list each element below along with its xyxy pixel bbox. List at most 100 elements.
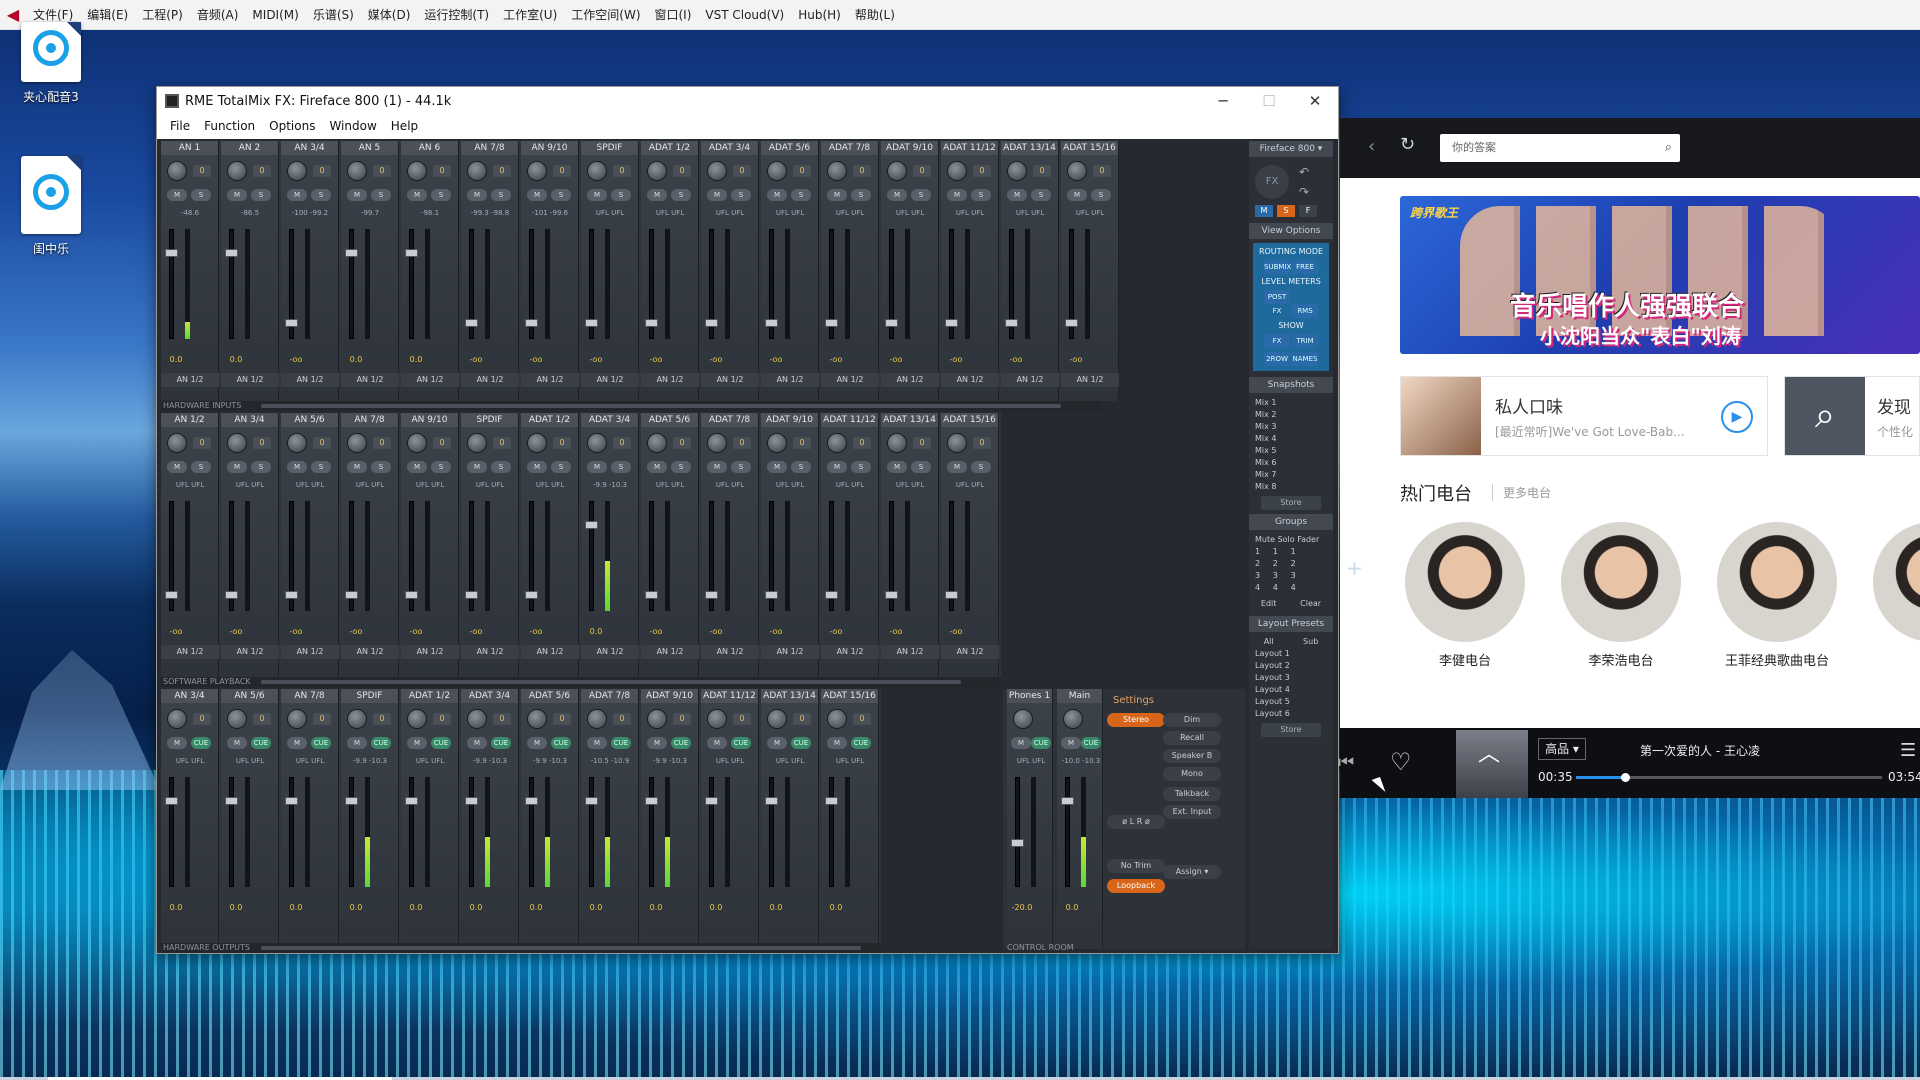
mute-button[interactable]: M (587, 189, 607, 201)
solo-button[interactable]: S (491, 189, 511, 201)
snapshot-item[interactable]: Mix 4 (1249, 433, 1333, 445)
channel-name[interactable]: ADAT 7/8 (701, 413, 758, 427)
cue-button[interactable]: CUE (731, 737, 751, 749)
solo-button[interactable]: S (791, 461, 811, 473)
snapshot-item[interactable]: Mix 6 (1249, 457, 1333, 469)
mute-button[interactable]: M (167, 189, 187, 201)
channel-name[interactable]: ADAT 11/12 (701, 689, 758, 703)
fader-handle[interactable] (525, 319, 538, 327)
mute-button[interactable]: M (1007, 189, 1027, 201)
fader-handle[interactable] (465, 797, 478, 805)
mute-button[interactable]: M (767, 737, 787, 749)
fader-handle[interactable] (1005, 319, 1018, 327)
solo-button[interactable]: S (311, 189, 331, 201)
pan-knob[interactable] (647, 709, 667, 729)
channel-name[interactable]: ADAT 13/14 (761, 689, 818, 703)
channel-name[interactable]: ADAT 7/8 (821, 141, 878, 155)
mute-button[interactable]: M (707, 737, 727, 749)
volume-fader[interactable] (169, 229, 174, 339)
channel-name[interactable]: AN 5 (341, 141, 398, 155)
cue-button[interactable]: CUE (1031, 737, 1051, 749)
cue-button[interactable]: CUE (851, 737, 871, 749)
channel-name[interactable]: ADAT 13/14 (1001, 141, 1058, 155)
pan-knob[interactable] (167, 709, 187, 729)
more-radio-link[interactable]: 更多电台 (1492, 484, 1551, 501)
close-button[interactable]: ✕ (1292, 92, 1338, 110)
solo-button[interactable]: S (731, 461, 751, 473)
fader-handle[interactable] (465, 319, 478, 327)
channel-name[interactable]: AN 3/4 (221, 413, 278, 427)
window-titlebar[interactable]: RME TotalMix FX: Fireface 800 (1) - 44.1… (157, 87, 1338, 115)
search-icon[interactable]: ⌕ (1665, 134, 1672, 162)
redo-icon[interactable]: ↷ (1299, 185, 1309, 199)
play-icon[interactable]: ▶ (1721, 401, 1753, 433)
routing-select[interactable]: AN 1/2 (701, 645, 759, 659)
fader-handle[interactable] (165, 797, 178, 805)
channel-name[interactable]: ADAT 1/2 (521, 413, 578, 427)
mute-button[interactable]: M (407, 189, 427, 201)
group-row[interactable]: 3 3 3 (1249, 570, 1333, 582)
pan-knob[interactable] (167, 161, 187, 181)
phase-lr-button[interactable]: ø L R ø (1107, 815, 1165, 829)
snapshot-store-button[interactable]: Store (1261, 496, 1321, 510)
fader-handle[interactable] (885, 591, 898, 599)
fader-handle[interactable] (165, 249, 178, 257)
snapshot-item[interactable]: Mix 8 (1249, 481, 1333, 493)
channel-name[interactable]: AN 5/6 (221, 689, 278, 703)
channel-name[interactable]: ADAT 1/2 (641, 141, 698, 155)
speaker-b-button[interactable]: Speaker B (1163, 749, 1221, 763)
view-option-button[interactable]: RMS (1292, 304, 1318, 318)
layout-all-button[interactable]: All (1258, 636, 1280, 648)
solo-button[interactable]: S (971, 189, 991, 201)
fader-handle[interactable] (405, 591, 418, 599)
mono-button[interactable]: Mono (1163, 767, 1221, 781)
solo-button[interactable]: S (371, 189, 391, 201)
volume-fader[interactable] (829, 777, 834, 887)
fader-handle[interactable] (945, 319, 958, 327)
pan-knob[interactable] (1007, 161, 1027, 181)
mute-button[interactable]: M (347, 461, 367, 473)
menu-item[interactable]: 乐谱(S) (306, 0, 361, 30)
private-taste-card[interactable]: 私人口味 [最近常听]We've Got Love-Bab... ▶ (1400, 376, 1768, 456)
layout-preset-item[interactable]: Layout 4 (1249, 684, 1333, 696)
fader-handle[interactable] (585, 521, 598, 529)
pan-knob[interactable] (587, 709, 607, 729)
routing-select[interactable]: AN 1/2 (761, 645, 819, 659)
assign-button[interactable]: Assign ▾ (1163, 865, 1221, 879)
solo-button[interactable]: S (251, 461, 271, 473)
pan-knob[interactable] (467, 709, 487, 729)
routing-select[interactable]: AN 1/2 (881, 373, 939, 387)
channel-name[interactable]: AN 9/10 (521, 141, 578, 155)
totalmix-menu-item[interactable]: Options (262, 119, 322, 133)
progress-bar[interactable] (1576, 773, 1882, 782)
channel-name[interactable]: SPDIF (581, 141, 638, 155)
mute-button[interactable]: M (227, 461, 247, 473)
volume-fader[interactable] (769, 777, 774, 887)
channel-name[interactable]: ADAT 5/6 (641, 413, 698, 427)
pan-knob[interactable] (227, 433, 247, 453)
solo-button[interactable]: S (911, 461, 931, 473)
solo-button[interactable]: S (1091, 189, 1111, 201)
cue-button[interactable]: CUE (1081, 737, 1101, 749)
fader-handle[interactable] (765, 591, 778, 599)
radio-station[interactable]: 李健电台 (1390, 522, 1540, 669)
volume-fader[interactable] (529, 777, 534, 887)
channel-name[interactable]: ADAT 15/16 (1061, 141, 1118, 155)
volume-knob[interactable] (1013, 709, 1033, 729)
volume-fader[interactable] (1065, 777, 1070, 887)
layout-store-button[interactable]: Store (1261, 723, 1321, 737)
layout-sub-button[interactable]: Sub (1297, 636, 1324, 648)
channel-name[interactable]: ADAT 5/6 (761, 141, 818, 155)
undo-icon[interactable]: ↶ (1299, 165, 1309, 179)
fader-handle[interactable] (1011, 839, 1024, 847)
volume-fader[interactable] (409, 229, 414, 339)
routing-select[interactable]: AN 1/2 (221, 373, 279, 387)
channel-name[interactable]: ADAT 3/4 (701, 141, 758, 155)
pan-knob[interactable] (347, 161, 367, 181)
channel-name[interactable]: ADAT 3/4 (581, 413, 638, 427)
stereo-button[interactable]: Stereo (1107, 713, 1165, 727)
volume-fader[interactable] (709, 777, 714, 887)
pan-knob[interactable] (287, 433, 307, 453)
totalmix-menu-item[interactable]: Window (322, 119, 383, 133)
solo-button[interactable]: S (311, 461, 331, 473)
